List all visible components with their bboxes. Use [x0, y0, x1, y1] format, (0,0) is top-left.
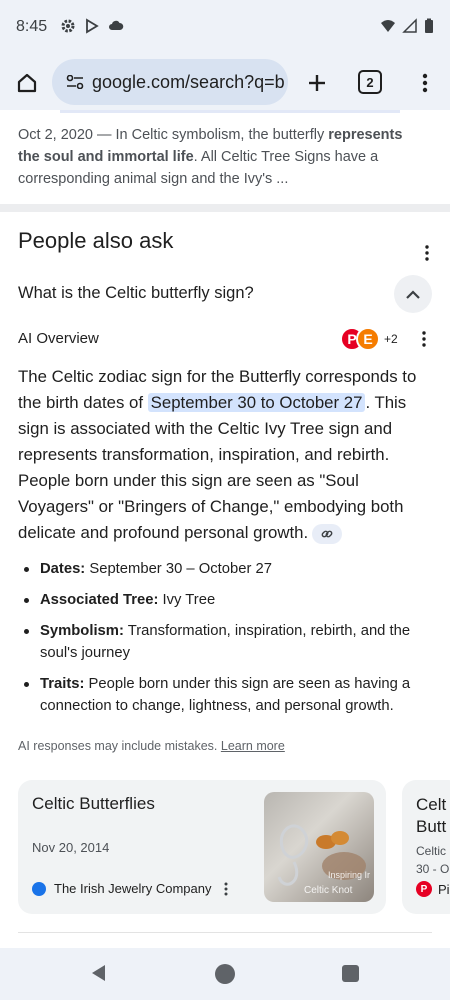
- back-icon[interactable]: [89, 963, 107, 983]
- globe-icon: [32, 881, 46, 896]
- battery-icon: [425, 18, 433, 33]
- bullet-text: Ivy Tree: [158, 592, 216, 608]
- card-source-name: Pi: [438, 881, 450, 897]
- link-icon: [321, 530, 333, 537]
- status-icons-left: [60, 18, 124, 34]
- pinterest-icon: P: [416, 881, 432, 897]
- settings-gear-icon: [61, 19, 75, 33]
- source-card[interactable]: Celt Butt Celtic 30 - O P Pi: [402, 780, 450, 914]
- card-thumbnail: Inspiring Ir Celtic Knot: [264, 792, 374, 902]
- browser-menu-button[interactable]: [410, 68, 440, 98]
- more-vert-icon: [422, 73, 428, 93]
- people-also-ask-title: People also ask: [18, 228, 174, 253]
- collapse-question-button[interactable]: [394, 275, 432, 313]
- plus-icon: [309, 75, 325, 91]
- ai-disclaimer: AI responses may include mistakes. Learn…: [18, 739, 285, 753]
- ai-para-end: . This sign is associated with the Celti…: [18, 393, 407, 542]
- wifi-icon: [381, 20, 395, 32]
- new-tab-button[interactable]: [302, 68, 332, 98]
- bullet-key: Symbolism:: [40, 623, 124, 639]
- play-store-icon: [86, 18, 99, 34]
- bullet-text: People born under this sign are seen as …: [40, 676, 411, 714]
- more-sources-count: +2: [384, 332, 398, 346]
- home-button[interactable]: [12, 68, 42, 98]
- recents-icon[interactable]: [342, 965, 359, 982]
- list-item: Dates: September 30 – October 27: [22, 558, 432, 580]
- ai-overview-menu-button[interactable]: [412, 327, 436, 351]
- system-nav-bar: [0, 948, 450, 1000]
- section-divider: [0, 204, 450, 212]
- paa-question[interactable]: What is the Celtic butterfly sign?: [18, 284, 254, 303]
- thumbnail-text: Celtic Knot: [304, 885, 353, 896]
- divider: [18, 932, 432, 933]
- browser-toolbar: google.com/search?q=b 2: [0, 56, 450, 110]
- card-date: Nov 20, 2014: [32, 840, 110, 855]
- ai-overview-label: AI Overview: [18, 330, 99, 347]
- clipped-result-link[interactable]: [60, 110, 400, 113]
- tab-switcher-button[interactable]: 2: [358, 70, 382, 94]
- home-nav-icon[interactable]: [215, 964, 235, 984]
- learn-more-link[interactable]: Learn more: [221, 739, 285, 753]
- bullet-key: Traits:: [40, 676, 85, 692]
- list-item: Symbolism: Transformation, inspiration, …: [22, 620, 432, 664]
- bullet-key: Dates:: [40, 561, 86, 577]
- thumbnail-text: Inspiring Ir: [328, 870, 371, 880]
- card-source-name: The Irish Jewelry Company: [54, 881, 212, 896]
- search-results: Oct 2, 2020 — In Celtic symbolism, the b…: [0, 110, 450, 948]
- card-source: P Pi: [416, 881, 450, 897]
- status-icons-right: [380, 18, 434, 34]
- list-item: Associated Tree: Ivy Tree: [22, 589, 432, 611]
- chevron-up-icon: [406, 289, 420, 299]
- source-avatars[interactable]: P E +2: [340, 327, 398, 351]
- citation-link-button[interactable]: [312, 523, 343, 544]
- cloud-icon: [109, 20, 124, 30]
- result-snippet: Oct 2, 2020 — In Celtic symbolism, the b…: [18, 124, 418, 190]
- source-card[interactable]: Celtic Butterflies Nov 20, 2014 The Iris…: [18, 780, 386, 914]
- card-title: Celtic Butterflies: [32, 794, 155, 813]
- home-icon: [17, 73, 37, 93]
- more-vert-icon: [425, 245, 429, 261]
- snippet-prefix: Oct 2, 2020 — In Celtic symbolism, the b…: [18, 127, 329, 143]
- source-e-icon: E: [356, 327, 380, 351]
- disclaimer-text: AI responses may include mistakes.: [18, 739, 221, 753]
- status-bar: 8:45: [0, 0, 450, 56]
- card-snippet: Celtic 30 - O: [416, 844, 450, 876]
- site-info-icon[interactable]: [66, 75, 84, 89]
- list-item: Traits: People born under this sign are …: [22, 673, 432, 717]
- status-time: 8:45: [16, 18, 48, 35]
- more-vert-icon: [422, 331, 426, 347]
- ai-overview-bullets: Dates: September 30 – October 27 Associa…: [22, 558, 432, 726]
- ai-overview-paragraph: The Celtic zodiac sign for the Butterfly…: [18, 364, 434, 546]
- url-text: google.com/search?q=b: [92, 71, 285, 92]
- bullet-key: Associated Tree:: [40, 592, 159, 608]
- card-source: The Irish Jewelry Company: [32, 881, 228, 896]
- cell-signal-icon: [402, 18, 417, 33]
- ai-highlight: September 30 to October 27: [147, 393, 366, 412]
- bullet-text: September 30 – October 27: [85, 561, 272, 577]
- card-menu-icon[interactable]: [224, 882, 228, 896]
- card-title: Celt Butt: [416, 795, 447, 836]
- address-bar[interactable]: google.com/search?q=b: [52, 59, 288, 105]
- paa-menu-button[interactable]: [415, 241, 439, 265]
